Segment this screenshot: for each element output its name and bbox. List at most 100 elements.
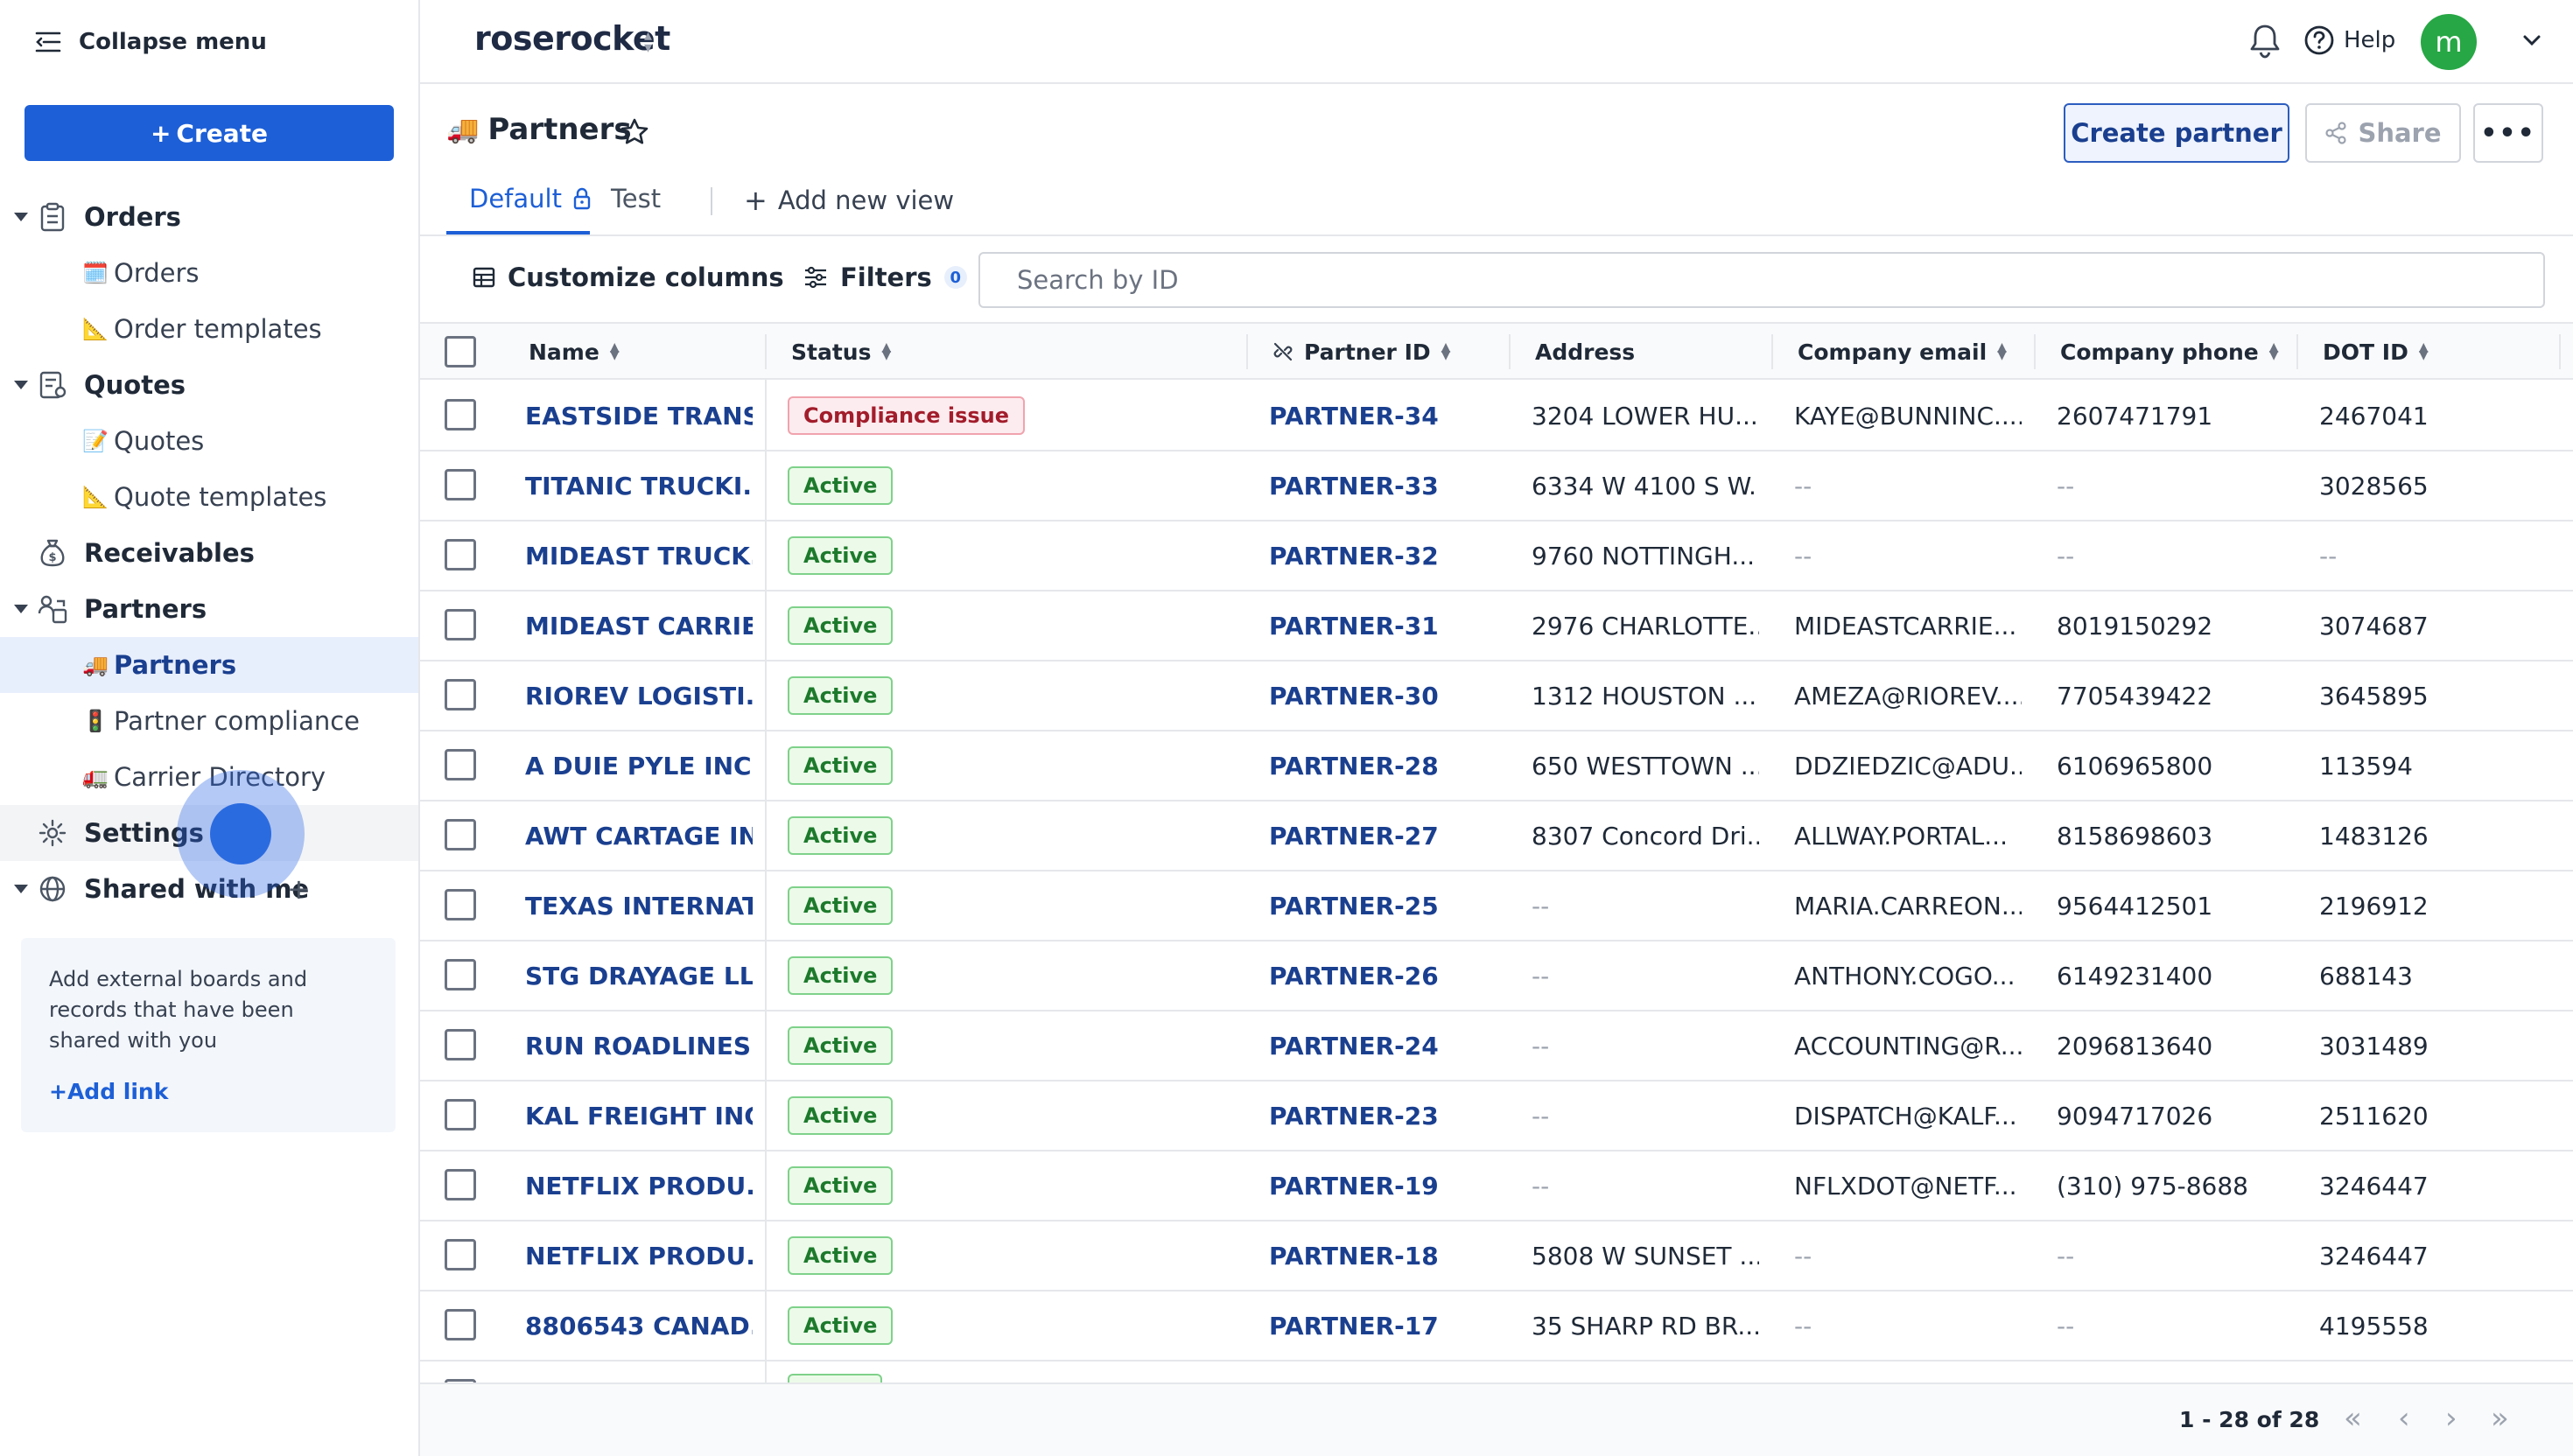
table-row[interactable]: KAL FREIGHT INC Active PARTNER-23 -- DISPATC… [420,1082,2573,1152]
sidebar-group-orders[interactable]: Orders [0,189,418,245]
partner-name-link[interactable]: TITANIC TRUCKI... [525,452,753,520]
tab-test[interactable]: Test [611,184,661,214]
partner-id-link[interactable]: PARTNER-23 [1269,1082,1497,1150]
table-row[interactable]: EASTSIDE TRANS... Compliance issue PARTNER… [420,382,2573,452]
partner-name-link[interactable]: TEXAS INTERNAT... [525,872,753,940]
workspace-switcher-icon[interactable]: ▴ ▾ [644,28,652,56]
table-row[interactable]: AWT CARTAGE INC Active PARTNER-27 8307 Conc… [420,802,2573,872]
partner-name-link[interactable]: RIOREV LOGISTI... [525,662,753,730]
row-checkbox[interactable] [445,609,476,640]
row-checkbox[interactable] [445,959,476,990]
sidebar-item-orders[interactable]: 🗓️ Orders [0,245,418,301]
create-button[interactable]: + Create [25,105,394,161]
company-email-cell: KAYE@BUNNINC.... [1794,401,2022,430]
row-checkbox[interactable] [445,1169,476,1200]
app-logo[interactable]: roserocket [474,19,670,58]
tab-default[interactable]: Default [469,184,592,214]
column-header-address[interactable]: Address [1535,324,1635,380]
row-checkbox[interactable] [445,399,476,430]
chevron-down-icon[interactable] [2520,32,2543,52]
table-row[interactable]: A DUIE PYLE INC Active PARTNER-28 650 WESTT… [420,732,2573,802]
row-checkbox[interactable] [445,749,476,780]
partner-id-link[interactable]: PARTNER-26 [1269,942,1497,1010]
partner-name-link[interactable]: A DUIE PYLE INC [525,732,753,800]
table-row[interactable]: MIDEAST CARRIE... Active PARTNER-31 2976 CH… [420,592,2573,662]
table-row[interactable]: 8806543 CANAD... Active PARTNER-17 35 SHARP… [420,1292,2573,1362]
bell-icon[interactable] [2247,23,2282,63]
table-row[interactable]: RIOREV LOGISTI... Active PARTNER-30 1312 HO… [420,662,2573,732]
create-partner-button[interactable]: Create partner [2064,103,2289,163]
add-shared-plus-icon[interactable]: + [287,872,311,906]
partner-name-link[interactable]: MIDEAST TRUCK... [525,522,753,590]
table-row[interactable]: NETFLIX PRODU... Active PARTNER-18 5808 W S… [420,1222,2573,1292]
add-link-button[interactable]: +Add link [49,1079,368,1104]
column-header-name[interactable]: Name ▲ ▼ [529,324,620,380]
partner-name-link[interactable]: AWT CARTAGE INC [525,802,753,870]
column-header-company-phone[interactable]: Company phone ▲ ▼ [2060,324,2279,380]
row-checkbox[interactable] [445,1099,476,1130]
row-checkbox[interactable] [445,679,476,710]
table-row[interactable]: STG DRAYAGE LLC Active PARTNER-26 -- ANTHONY… [420,942,2573,1012]
partner-id-link[interactable]: PARTNER-24 [1269,1012,1497,1080]
partner-id-link[interactable]: PARTNER-25 [1269,872,1497,940]
first-page-icon[interactable]: « [2344,1404,2362,1433]
sidebar-item-order-templates[interactable]: 📐 Order templates [0,301,418,357]
star-icon[interactable] [620,117,649,150]
partner-id-link[interactable]: PARTNER-34 [1269,382,1497,450]
more-options-button[interactable]: ••• [2473,103,2543,163]
sidebar-group-quotes[interactable]: Quotes [0,357,418,413]
partner-name-link[interactable]: MIDEAST CARRIE... [525,592,753,660]
filters-button[interactable]: Filters 0 [803,262,967,292]
row-checkbox[interactable] [445,469,476,500]
sidebar-item-receivables[interactable]: $ Receivables [0,525,418,581]
row-checkbox[interactable] [445,889,476,920]
partner-name-link[interactable]: 8806543 CANAD... [525,1292,753,1360]
next-page-icon[interactable]: › [2445,1404,2457,1433]
partner-id-link[interactable]: PARTNER-31 [1269,592,1497,660]
customize-columns-button[interactable]: Customize columns [473,262,784,292]
partner-name-link[interactable]: RUN ROADLINES... [525,1012,753,1080]
table-row[interactable]: MIDEAST TRUCK... Active PARTNER-32 9760 NOT… [420,522,2573,592]
partner-id-link[interactable]: PARTNER-33 [1269,452,1497,520]
partner-id-link[interactable]: PARTNER-27 [1269,802,1497,870]
avatar[interactable]: m [2421,14,2477,70]
column-header-company-email[interactable]: Company email ▲ ▼ [1798,324,2007,380]
sidebar-item-partners[interactable]: 🚚 Partners [0,637,418,693]
add-new-view-button[interactable]: + Add new view [744,184,954,217]
sidebar-group-partners[interactable]: Partners [0,581,418,637]
partner-id-link[interactable]: PARTNER-18 [1269,1222,1497,1290]
row-checkbox[interactable] [445,1309,476,1340]
partner-name-link[interactable]: KAL FREIGHT INC [525,1082,753,1150]
previous-page-icon[interactable]: ‹ [2398,1404,2410,1433]
column-header-dot-id[interactable]: DOT ID ▲ ▼ [2323,324,2429,380]
table-row[interactable]: TITANIC TRUCKI... Active PARTNER-33 6334 W … [420,452,2573,522]
share-button[interactable]: Share [2305,103,2461,163]
partner-id-link[interactable]: PARTNER-17 [1269,1292,1497,1360]
sidebar-item-quote-templates[interactable]: 📐 Quote templates [0,469,418,525]
row-checkbox[interactable] [445,1239,476,1270]
row-checkbox[interactable] [445,1029,476,1060]
row-checkbox[interactable] [445,539,476,570]
partner-id-link[interactable]: PARTNER-28 [1269,732,1497,800]
row-checkbox[interactable] [445,819,476,850]
partner-name-link[interactable]: EASTSIDE TRANS... [525,382,753,450]
truck-icon: 🚚 [446,114,480,145]
sidebar-item-quotes[interactable]: 📝 Quotes [0,413,418,469]
collapse-menu-button[interactable]: Collapse menu [35,24,267,60]
partner-name-link[interactable]: NETFLIX PRODU... [525,1152,753,1220]
partner-id-link[interactable]: PARTNER-30 [1269,662,1497,730]
column-header-status[interactable]: Status ▲ ▼ [791,324,891,380]
partner-name-link[interactable]: STG DRAYAGE LLC [525,942,753,1010]
column-header-partner-id[interactable]: Partner ID ▲ ▼ [1272,324,1450,380]
partner-id-link[interactable]: PARTNER-19 [1269,1152,1497,1220]
table-row[interactable]: NETFLIX PRODU... Active PARTNER-19 -- NFLXDO… [420,1152,2573,1222]
select-all-checkbox[interactable] [445,336,476,368]
table-row[interactable]: TEXAS INTERNAT... Active PARTNER-25 -- MARIA… [420,872,2573,942]
partner-id-link[interactable]: PARTNER-32 [1269,522,1497,590]
help-button[interactable]: Help [2303,24,2395,56]
last-page-icon[interactable]: » [2491,1404,2509,1433]
table-row[interactable]: RUN ROADLINES... Active PARTNER-24 -- ACCOUN… [420,1012,2573,1082]
partner-name-link[interactable]: NETFLIX PRODU... [525,1222,753,1290]
sidebar-item-partner-compliance[interactable]: 🚦 Partner compliance [0,693,418,749]
search-input[interactable] [978,252,2545,308]
